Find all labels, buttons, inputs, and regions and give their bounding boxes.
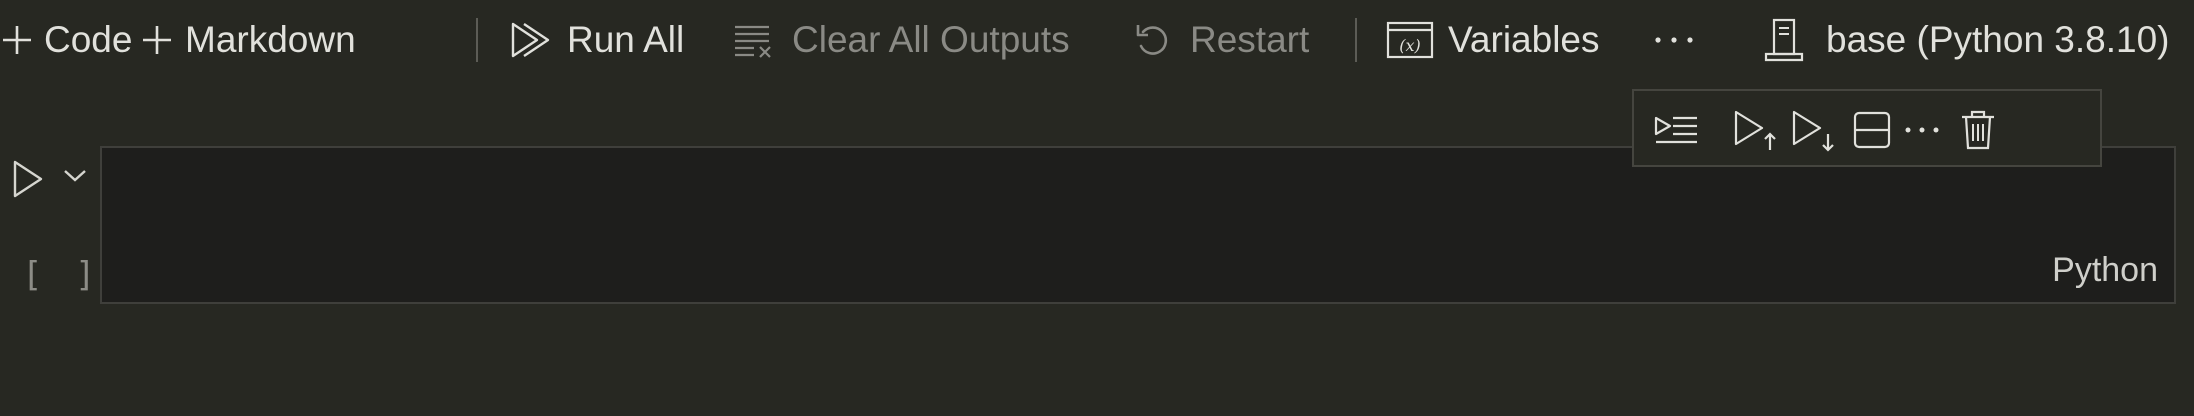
run-all-label: Run All <box>567 19 685 60</box>
delete-cell-button[interactable] <box>1952 104 2004 156</box>
notebook-editor: Code Markdown Run All Clear All Outputs … <box>0 0 2194 416</box>
more-actions-icon <box>1902 125 1942 135</box>
run-cell-button[interactable] <box>10 158 46 205</box>
more-cell-actions-button[interactable] <box>1896 104 1948 156</box>
run-above-button[interactable] <box>1730 104 1782 156</box>
run-below-icon <box>1791 108 1837 152</box>
toolbar-divider <box>1355 18 1357 62</box>
run-below-button[interactable] <box>1788 104 1840 156</box>
ellipsis-icon <box>1652 34 1696 46</box>
add-markdown-cell-button[interactable]: Markdown <box>140 0 356 80</box>
run-all-icon <box>510 20 552 60</box>
chevron-down-icon <box>62 170 88 188</box>
clear-all-outputs-label: Clear All Outputs <box>792 19 1070 60</box>
cell-toolbar <box>1632 89 2102 167</box>
variables-icon: (x) <box>1386 20 1434 60</box>
run-icon <box>10 160 46 204</box>
code-cell-editor[interactable]: Python <box>100 146 2176 304</box>
kernel-picker-button[interactable]: base (Python 3.8.10) <box>1762 0 2170 80</box>
run-all-button[interactable]: Run All <box>510 0 684 80</box>
execute-above-cells-icon <box>1653 110 1699 150</box>
restart-icon <box>1134 21 1172 59</box>
variables-label: Variables <box>1448 19 1600 60</box>
server-environment-icon <box>1762 18 1806 62</box>
run-above-icon <box>1733 108 1779 152</box>
execute-above-cells-button[interactable] <box>1650 104 1702 156</box>
clear-all-icon <box>732 20 776 60</box>
cell-language-label[interactable]: Python <box>2052 251 2158 290</box>
split-cell-button[interactable] <box>1846 104 1898 156</box>
variables-button[interactable]: (x) Variables <box>1386 0 1600 80</box>
split-cell-icon <box>1852 110 1892 150</box>
plus-icon <box>0 23 34 57</box>
clear-all-outputs-button[interactable]: Clear All Outputs <box>732 0 1070 80</box>
execution-count: [ ] <box>22 255 102 295</box>
notebook-toolbar: Code Markdown Run All Clear All Outputs … <box>0 0 2194 80</box>
add-code-cell-button[interactable]: Code <box>0 0 132 80</box>
add-code-label: Code <box>44 19 133 60</box>
delete-cell-icon <box>1960 109 1996 151</box>
add-markdown-label: Markdown <box>185 19 356 60</box>
run-options-dropdown[interactable] <box>62 168 88 189</box>
toolbar-divider <box>476 18 478 62</box>
plus-icon <box>140 23 174 57</box>
more-toolbar-actions-button[interactable] <box>1652 0 1696 80</box>
restart-label: Restart <box>1190 19 1310 60</box>
restart-kernel-button[interactable]: Restart <box>1134 0 1309 80</box>
kernel-label: base (Python 3.8.10) <box>1826 19 2170 60</box>
svg-text:(x): (x) <box>1399 36 1421 55</box>
